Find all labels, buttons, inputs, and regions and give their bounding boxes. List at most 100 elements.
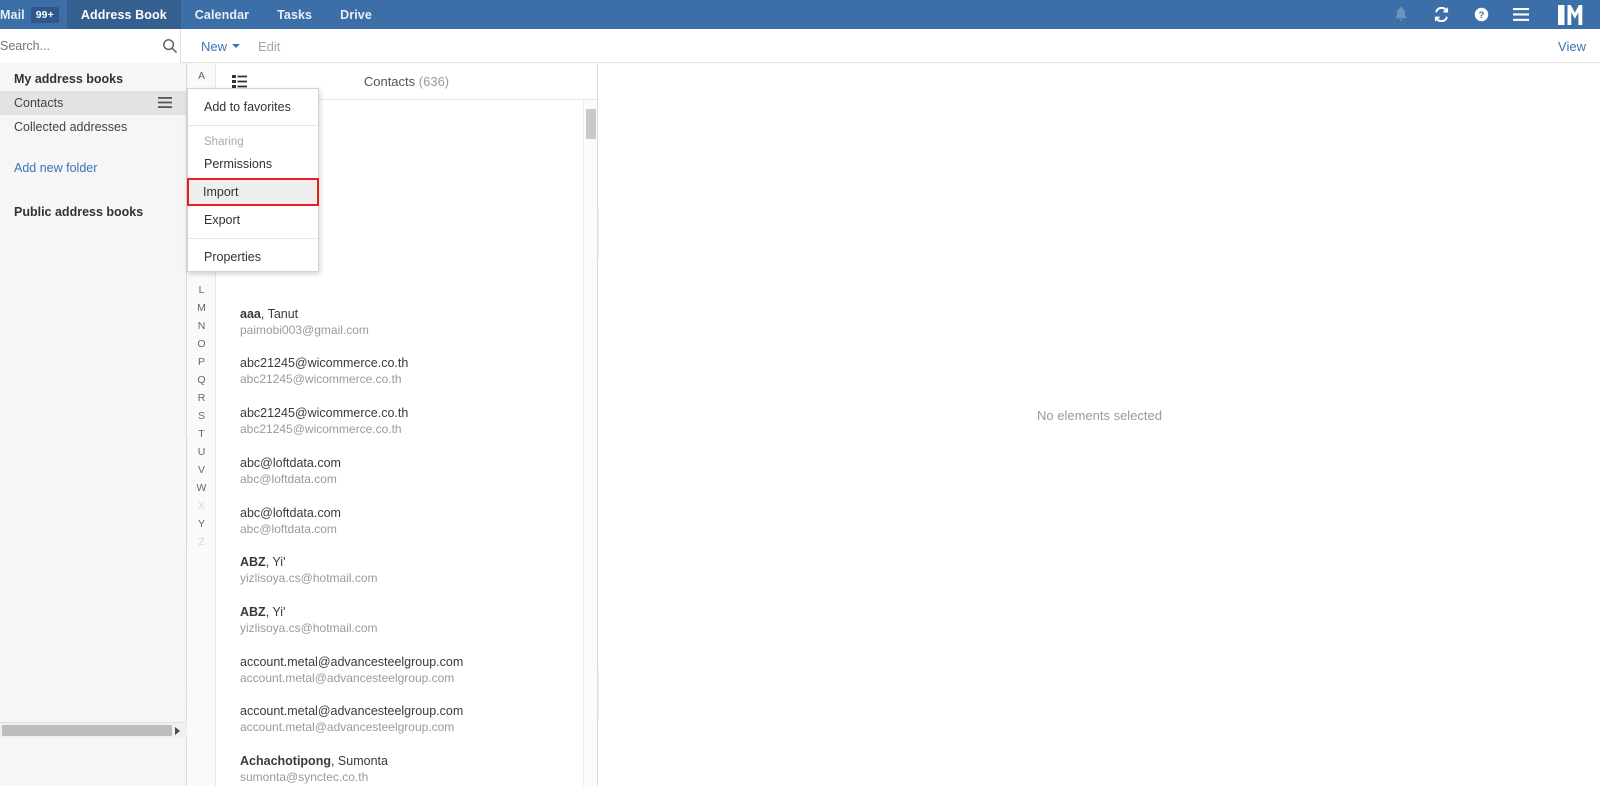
alpha-index-N[interactable]: N <box>188 317 215 335</box>
nav-tab-tasks[interactable]: Tasks <box>263 0 326 29</box>
edit-button-label: Edit <box>258 38 281 54</box>
search-input[interactable] <box>0 39 160 53</box>
alpha-index-A[interactable]: A <box>188 67 215 85</box>
alpha-index-M[interactable]: M <box>188 299 215 317</box>
menu-item-add-to-favorites[interactable]: Add to favorites <box>188 93 318 121</box>
nav-tab-label: Calendar <box>194 7 250 22</box>
scrollbar-thumb[interactable] <box>2 725 172 736</box>
sidebar-item-collected-addresses[interactable]: Collected addresses <box>0 115 186 139</box>
chevron-right-icon[interactable] <box>175 726 180 735</box>
edit-button[interactable]: Edit <box>258 29 280 63</box>
scrollbar-thumb[interactable] <box>586 109 596 139</box>
nav-tab-label: Tasks <box>277 7 313 22</box>
alpha-index-S[interactable]: S <box>188 407 215 425</box>
contact-row[interactable]: abc@loftdata.com abc@loftdata.com <box>216 498 597 548</box>
nav-tab-label: Mail <box>0 7 25 22</box>
menu-separator <box>188 125 318 126</box>
unread-count-badge: 99+ <box>30 6 59 23</box>
list-title-text: Contacts <box>363 73 416 89</box>
contact-email: abc21245@wicommerce.co.th <box>240 372 402 387</box>
contact-row[interactable]: ABZ, Yi' yizlisoya.cs@hotmail.com <box>216 597 597 647</box>
search-icon[interactable] <box>162 38 178 54</box>
contact-email: yizlisoya.cs@hotmail.com <box>240 571 378 586</box>
contact-row[interactable]: abc21245@wicommerce.co.th abc21245@wicomm… <box>216 398 597 448</box>
view-button[interactable]: View <box>1558 29 1586 63</box>
alpha-index-W[interactable]: W <box>188 479 215 497</box>
alpha-index-Z[interactable]: Z <box>188 533 215 551</box>
contact-email: abc21245@wicommerce.co.th <box>240 422 402 437</box>
contact-name: abc21245@wicommerce.co.th <box>240 406 409 421</box>
refresh-icon[interactable] <box>1432 6 1450 24</box>
empty-state-message: No elements selected <box>1036 408 1162 423</box>
menu-section-sharing: Sharing <box>204 136 244 148</box>
sidebar-item-contacts[interactable]: Contacts <box>0 91 186 115</box>
contact-list-title: Contacts (636) <box>216 74 597 89</box>
nav-tab-drive[interactable]: Drive <box>326 0 386 29</box>
view-button-label: View <box>1558 38 1586 54</box>
contact-row[interactable]: Achachotipong, Sumonta sumonta@synctec.co… <box>216 746 597 786</box>
menu-item-import[interactable]: Import <box>187 178 319 206</box>
sub-toolbar: New Edit View <box>0 29 1600 63</box>
svg-text:?: ? <box>1478 10 1484 20</box>
menu-item-properties[interactable]: Properties <box>188 243 318 271</box>
contact-row[interactable]: account.metal@advancesteelgroup.com accou… <box>216 647 597 697</box>
contact-row[interactable]: account.metal@advancesteelgroup.com accou… <box>216 696 597 746</box>
contact-email: sumonta@synctec.co.th <box>240 769 369 784</box>
contact-email: yizlisoya.cs@hotmail.com <box>240 620 378 635</box>
contact-name: abc@loftdata.com <box>240 455 341 470</box>
contact-row[interactable]: ABZ, Yi' yizlisoya.cs@hotmail.com <box>216 547 597 597</box>
sidebar: My address books Contacts Collected addre… <box>0 63 187 786</box>
help-icon[interactable]: ? <box>1472 6 1490 24</box>
sidebar-item-label: Collected addresses <box>14 120 128 134</box>
menu-icon[interactable] <box>1512 6 1530 24</box>
add-new-folder-link[interactable]: Add new folder <box>0 156 186 180</box>
address-book-context-menu: Add to favorites Sharing Permissions Import… <box>187 88 319 272</box>
menu-item-export[interactable]: Export <box>188 206 318 234</box>
contact-email: account.metal@advancesteelgroup.com <box>240 720 455 735</box>
nav-tab-label: Address Book <box>80 7 167 22</box>
list-options-icon[interactable] <box>232 74 247 88</box>
sidebar-group-my-address-books: My address books <box>14 72 124 86</box>
contact-name: account.metal@advancesteelgroup.com <box>240 654 464 669</box>
sidebar-item-label: Contacts <box>14 96 64 110</box>
new-button[interactable]: New <box>201 29 241 63</box>
search-box <box>0 29 181 63</box>
alpha-index-R[interactable]: R <box>188 389 215 407</box>
contact-name: abc@loftdata.com <box>240 505 341 520</box>
contact-email <box>240 272 597 288</box>
nav-tab-address-book[interactable]: Address Book <box>66 0 181 29</box>
nav-tab-calendar[interactable]: Calendar <box>181 0 263 29</box>
detail-pane: No elements selected <box>599 63 1600 786</box>
chevron-down-icon <box>232 44 241 48</box>
alpha-index-O[interactable]: O <box>188 335 215 353</box>
menu-item-permissions[interactable]: Permissions <box>188 150 318 178</box>
nav-tab-mail[interactable]: Mail 99+ <box>0 0 67 29</box>
contact-email: abc@loftdata.com <box>240 471 337 486</box>
alpha-index-Q[interactable]: Q <box>188 371 215 389</box>
contact-row[interactable]: aaa, Tanut paimobi003@gmail.com <box>216 299 597 349</box>
contact-name: Achachotipong, Sumonta <box>240 753 388 768</box>
alpha-index-Y[interactable]: Y <box>188 515 215 533</box>
menu-separator <box>188 238 318 239</box>
top-navigation-bar: Mail 99+ Address Book Calendar Tasks Drive ? <box>0 0 1600 29</box>
nav-items: Mail 99+ Address Book Calendar Tasks Drive <box>0 0 386 29</box>
alpha-index-L[interactable]: L <box>188 281 215 299</box>
alpha-index-P[interactable]: P <box>188 353 215 371</box>
contact-row[interactable]: abc21245@wicommerce.co.th abc21245@wicomm… <box>216 348 597 398</box>
contact-email: abc@loftdata.com <box>240 521 337 536</box>
alpha-index-U[interactable]: U <box>188 443 215 461</box>
bell-icon[interactable] <box>1392 6 1410 24</box>
new-button-label: New <box>201 38 228 54</box>
alpha-index-V[interactable]: V <box>188 461 215 479</box>
contact-list-scrollbar[interactable] <box>583 100 597 786</box>
brand-logo-icon[interactable] <box>1558 4 1584 25</box>
sidebar-horizontal-scrollbar[interactable] <box>0 722 187 738</box>
list-count: (636) <box>418 73 450 89</box>
contact-row[interactable]: abc@loftdata.com abc@loftdata.com <box>216 448 597 498</box>
address-book-menu-icon[interactable] <box>158 96 172 110</box>
contact-email: account.metal@advancesteelgroup.com <box>240 670 455 685</box>
alpha-index-T[interactable]: T <box>188 425 215 443</box>
nav-tab-label: Drive <box>340 7 372 22</box>
alpha-index-X[interactable]: X <box>188 497 215 515</box>
contact-name: ABZ, Yi' <box>240 604 286 619</box>
